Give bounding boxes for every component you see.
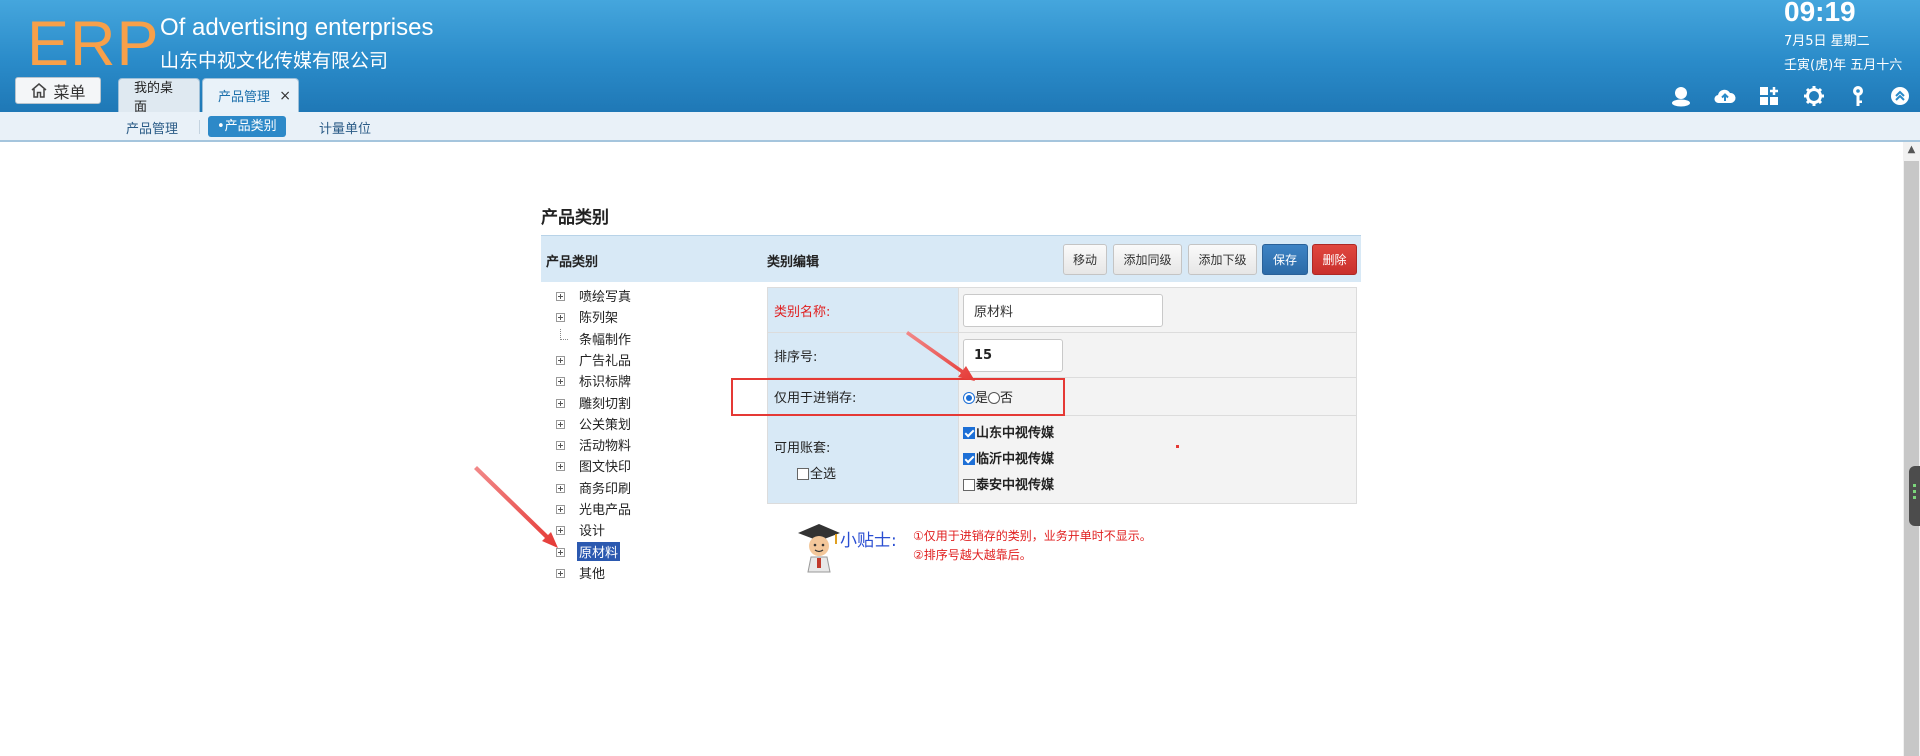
- teacher-mascot-icon: [798, 524, 840, 573]
- tips-line-1: ①仅用于进销存的类别，业务开单时不显示。: [913, 529, 1152, 543]
- arrow-to-selected-category: [474, 466, 558, 548]
- tips-line-2: ②排序号越大越靠后。: [913, 548, 1032, 562]
- tips-title: 小贴士:: [840, 531, 897, 551]
- annotation-arrows: [474, 331, 975, 548]
- arrow-to-stock-option: [906, 331, 975, 381]
